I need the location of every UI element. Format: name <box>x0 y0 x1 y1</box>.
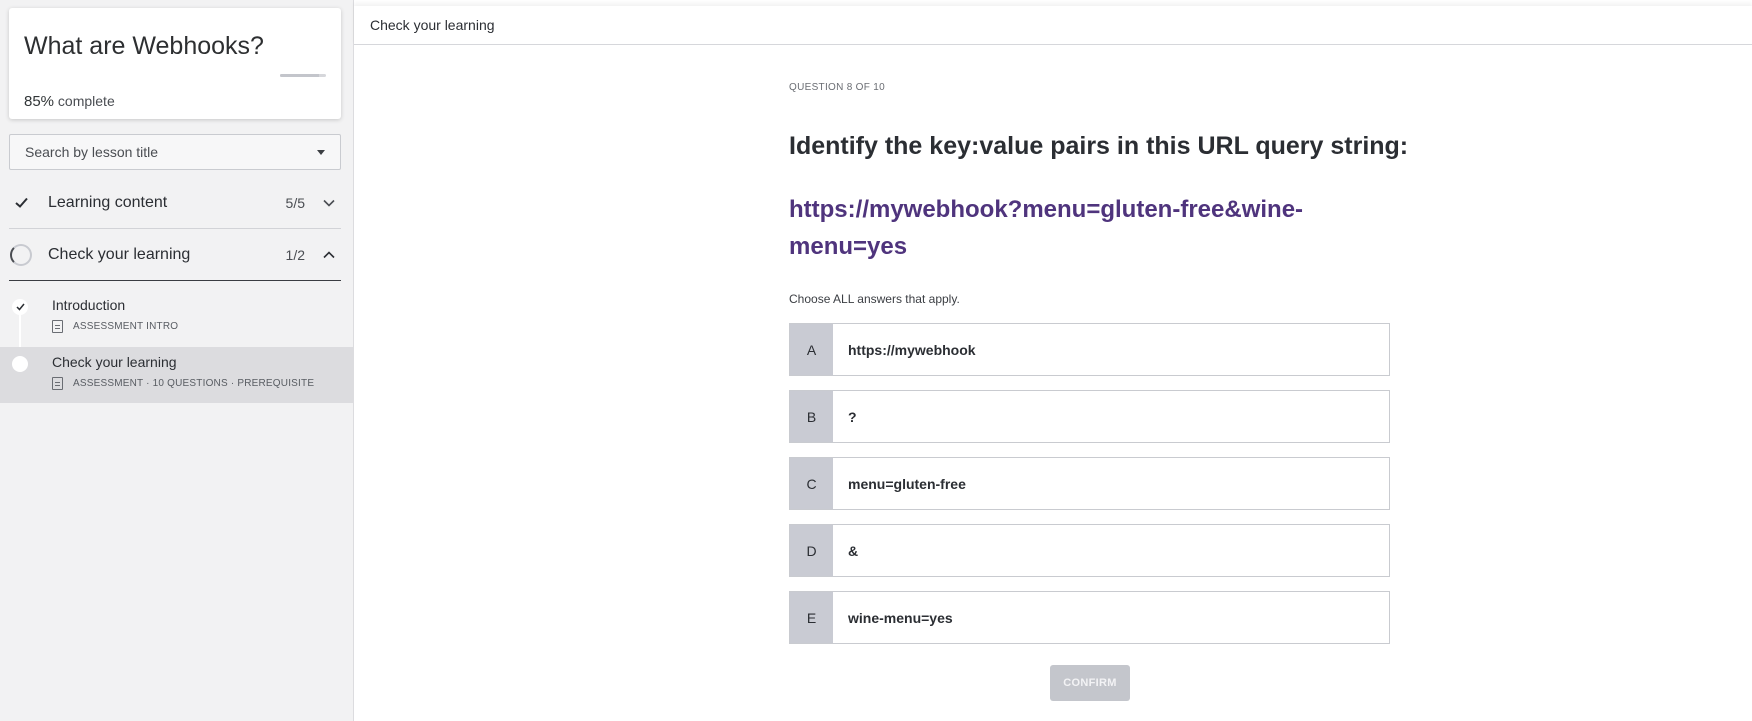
course-title: What are Webhooks? <box>24 32 264 60</box>
confirm-button[interactable]: CONFIRM <box>1050 665 1130 701</box>
lesson-check-your-learning[interactable]: Check your learning ASSESSMENT · 10 QUES… <box>0 347 354 403</box>
progress-ring-icon <box>10 243 32 266</box>
chevron-down-icon <box>323 199 335 207</box>
answer-letter: D <box>790 525 833 576</box>
answer-option-a[interactable]: A https://mywebhook <box>789 323 1390 376</box>
section-label: Check your learning <box>48 245 191 263</box>
lesson-status-dot <box>12 356 28 372</box>
prompt-part: Identify the <box>789 132 930 160</box>
progress-text: 85% complete <box>24 93 115 110</box>
answer-text: wine-menu=yes <box>848 609 953 626</box>
section-count: 5/5 <box>285 194 305 211</box>
answer-letter: B <box>790 391 833 442</box>
lesson-title: Check your learning <box>52 354 177 370</box>
check-icon <box>10 192 32 214</box>
check-icon <box>12 299 28 315</box>
topbar-title: Check your learning <box>370 17 495 33</box>
progress-percent: 85% <box>24 93 55 110</box>
lesson-meta-text: ASSESSMENT INTRO <box>73 321 179 332</box>
question-instruction: Choose ALL answers that apply. <box>789 292 960 306</box>
section-check-your-learning[interactable]: Check your learning 1/2 <box>9 229 341 281</box>
lesson-meta: ASSESSMENT INTRO <box>52 320 178 333</box>
chevron-up-icon <box>323 250 335 258</box>
lesson-meta-text: ASSESSMENT · 10 QUESTIONS · PREREQUISITE <box>73 378 315 389</box>
section-learning-content[interactable]: Learning content 5/5 <box>9 177 341 229</box>
answer-option-d[interactable]: D & <box>789 524 1390 577</box>
question-prompt: Identify the key:value pairs in this URL… <box>789 132 1408 161</box>
course-card: What are Webhooks? 85% complete <box>9 8 341 119</box>
answer-option-c[interactable]: C menu=gluten-free <box>789 457 1390 510</box>
answer-text: https://mywebhook <box>848 341 976 358</box>
document-icon <box>52 377 63 390</box>
lesson-title: Introduction <box>52 297 126 313</box>
prompt-part: pairs in this URL query string: <box>1043 132 1409 160</box>
lesson-topbar: Check your learning <box>354 6 1752 45</box>
prompt-bold: key:value <box>929 132 1044 160</box>
course-sidebar: What are Webhooks? 85% complete Search b… <box>0 0 354 721</box>
progress-suffix: complete <box>57 93 115 109</box>
answer-text: & <box>848 542 859 559</box>
answer-text: menu=gluten-free <box>848 475 966 492</box>
course-progress-bar <box>280 74 326 77</box>
lesson-meta: ASSESSMENT · 10 QUESTIONS · PREREQUISITE <box>52 377 314 390</box>
answer-option-e[interactable]: E wine-menu=yes <box>789 591 1390 644</box>
question-url: https://mywebhook?menu=gluten-free&wine-… <box>789 196 1304 260</box>
lesson-introduction[interactable]: Introduction ASSESSMENT INTRO <box>0 290 354 346</box>
answer-letter: E <box>790 592 833 643</box>
answer-letter: C <box>790 458 833 509</box>
question-panel: QUESTION 8 OF 10 Identify the key:value … <box>354 46 1752 721</box>
question-number: QUESTION 8 OF 10 <box>789 82 885 93</box>
document-icon <box>52 320 63 333</box>
answer-option-b[interactable]: B ? <box>789 390 1390 443</box>
course-progress-fill <box>280 74 320 77</box>
answer-letter: A <box>790 324 833 375</box>
section-count: 1/2 <box>285 246 305 263</box>
section-label: Learning content <box>48 193 168 211</box>
lesson-search-placeholder: Search by lesson title <box>25 144 159 160</box>
lesson-search-select[interactable]: Search by lesson title <box>9 134 341 170</box>
caret-down-icon <box>317 149 325 155</box>
answer-text: ? <box>848 408 857 425</box>
